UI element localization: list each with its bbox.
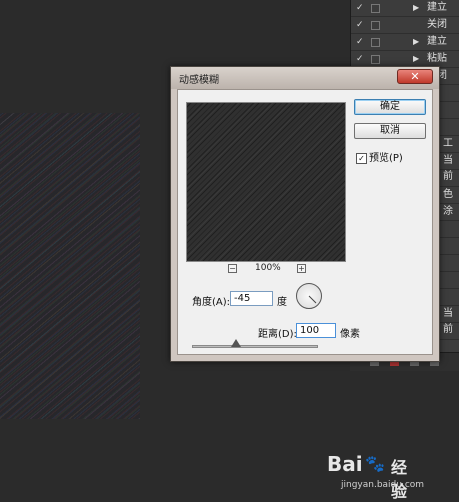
history-row[interactable]: ✓ ▶ 建立 [351,0,459,17]
dialog-toggle-box[interactable] [371,4,380,13]
check-icon[interactable]: ✓ [356,17,364,33]
cancel-button[interactable]: 取消 [354,123,426,139]
distance-slider-thumb[interactable] [231,339,242,347]
history-row-label: 关闭 [427,19,447,30]
distance-label: 距离(D): [258,329,297,340]
ok-button[interactable]: 确定 [354,99,426,115]
zoom-out-button[interactable]: − [228,264,237,273]
distance-slider[interactable] [192,345,318,348]
distance-input[interactable]: 100 [296,323,336,338]
zoom-level: 100% [255,263,281,273]
close-button[interactable]: ✕ [397,69,433,84]
history-row-label: 粘贴 [427,53,447,64]
zoom-in-button[interactable]: + [297,264,306,273]
dialog-body: − 100% + 确定 取消 ✓ 预览(P) 角度(A): -45 度 距离(D)… [177,89,433,355]
preview-checkbox[interactable]: ✓ 预览(P) [356,149,403,164]
dialog-title: 动感模糊 [179,75,219,86]
history-row[interactable]: ✓ 关闭 [351,17,459,34]
history-row[interactable]: ✓ ▶ 建立 [351,34,459,51]
angle-dial[interactable] [296,283,322,309]
check-icon[interactable]: ✓ [356,34,364,50]
history-row-label: 建立 [427,2,447,13]
close-icon: ✕ [410,70,420,83]
watermark-url: jingyan.baidu.com [341,480,425,490]
filter-preview[interactable] [186,102,346,262]
preview-label: 预览(P) [369,153,403,164]
plus-icon: + [298,264,305,273]
minus-icon: − [229,264,236,273]
motion-blur-dialog: 动感模糊 ✕ − 100% + 确定 取消 ✓ 预览(P) 角度(A): -45 … [170,66,440,362]
expand-arrow-icon[interactable]: ▶ [413,0,419,16]
angle-input[interactable]: -45 [230,291,273,306]
jingyan-text: 经验 [391,458,408,501]
expand-arrow-icon[interactable]: ▶ [413,51,419,67]
dialog-toggle-box[interactable] [371,38,380,47]
check-icon[interactable]: ✓ [356,51,364,67]
history-row-label: 建立 [427,36,447,47]
angle-dial-indicator-icon [308,295,317,304]
checkbox-check-icon[interactable]: ✓ [356,152,367,164]
angle-label: 角度(A): [192,297,231,308]
angle-unit: 度 [277,297,287,308]
history-row-label: 涂 [443,206,453,217]
paw-icon: 🐾 [365,454,385,473]
dialog-titlebar[interactable]: 动感模糊 ✕ [171,67,439,89]
history-row-label: 色 [443,189,453,200]
document-canvas[interactable] [0,113,140,419]
check-icon[interactable]: ✓ [356,0,364,16]
history-row-label: 工 [443,138,453,149]
distance-unit: 像素 [340,329,360,340]
dialog-toggle-box[interactable] [371,55,380,64]
baidu-logo: Bai [327,452,363,476]
expand-arrow-icon[interactable]: ▶ [413,34,419,50]
dialog-toggle-box[interactable] [371,21,380,30]
